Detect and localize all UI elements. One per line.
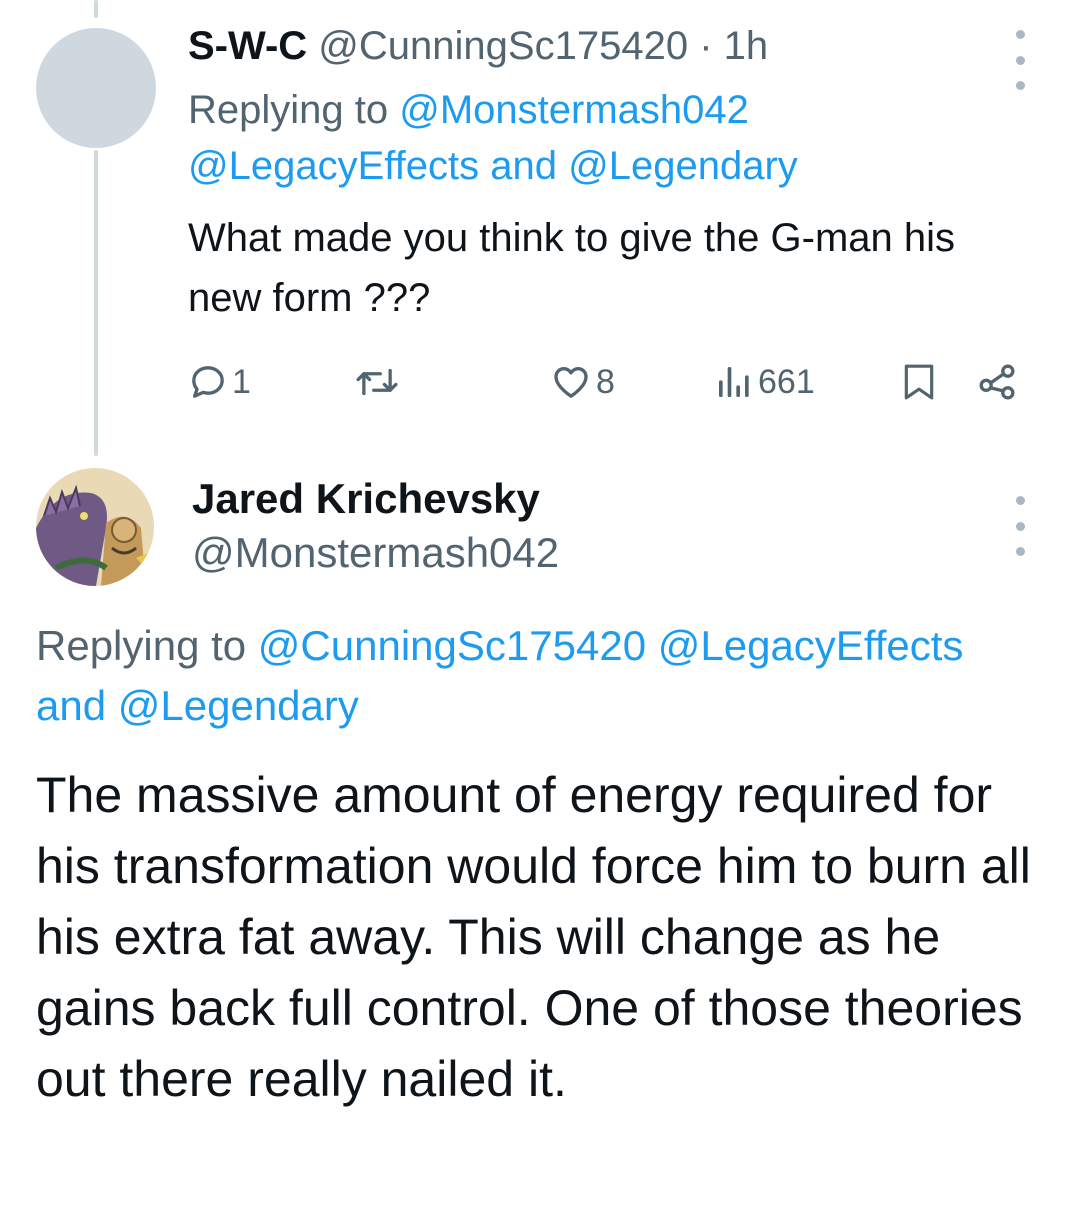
tweet2-replying-to: Replying to @CunningSc175420 @LegacyEffe… [36, 616, 1046, 736]
tweet1-text: What made you think to give the G-man hi… [188, 216, 956, 320]
share-button[interactable] [976, 352, 1018, 412]
views-count: 661 [758, 362, 815, 401]
tweet1-handle[interactable]: @CunningSc175420 [318, 24, 688, 68]
thread-line [94, 150, 98, 456]
avatar[interactable] [36, 468, 154, 586]
mention-cunningsc175420[interactable]: @CunningSc175420 [258, 622, 646, 669]
mention-and: and [490, 144, 558, 188]
thread-line-top [94, 0, 98, 18]
bookmark-button[interactable] [900, 352, 938, 412]
separator-dot: · [699, 24, 713, 68]
views-icon [719, 367, 749, 397]
tweet1-timestamp[interactable]: 1h [724, 24, 769, 68]
reply-count: 1 [232, 362, 251, 401]
tweet2-handle[interactable]: @Monstermash042 [192, 526, 559, 580]
tweet2-text: The massive amount of energy required fo… [36, 767, 1031, 1107]
mention-legacyeffects[interactable]: @LegacyEffects [658, 622, 964, 669]
like-count: 8 [596, 362, 615, 401]
views-button[interactable]: 661 [714, 352, 815, 412]
mention-legendary[interactable]: @Legendary [118, 682, 359, 729]
avatar-placeholder[interactable] [36, 28, 156, 148]
tweet1-action-bar: 1 8 661 [188, 352, 1048, 412]
reply-icon [192, 366, 224, 398]
bookmark-icon [904, 364, 934, 400]
more-options-icon[interactable] [1012, 30, 1028, 90]
more-options-icon[interactable] [1012, 496, 1028, 556]
mention-monstermash042[interactable]: @Monstermash042 [399, 88, 749, 132]
replying-to-label: Replying to [36, 622, 247, 669]
heart-icon [554, 367, 588, 398]
mention-and: and [36, 682, 107, 729]
tweet2-display-name[interactable]: Jared Krichevsky [192, 472, 540, 526]
retweet-button[interactable] [354, 352, 400, 412]
tweet1-display-name[interactable]: S-W-C [188, 24, 307, 68]
share-icon [979, 364, 1015, 400]
tweet1-header: S-W-C @CunningSc175420 · 1h [188, 20, 768, 72]
mention-legacyeffects[interactable]: @LegacyEffects [188, 144, 479, 188]
replying-to-label: Replying to [188, 88, 389, 132]
reply-button[interactable]: 1 [188, 352, 251, 412]
mention-legendary[interactable]: @Legendary [568, 144, 798, 188]
like-button[interactable]: 8 [550, 352, 615, 412]
retweet-icon [356, 368, 398, 396]
tweet1-replying-to: Replying to @Monstermash042 @LegacyEffec… [188, 82, 1018, 194]
